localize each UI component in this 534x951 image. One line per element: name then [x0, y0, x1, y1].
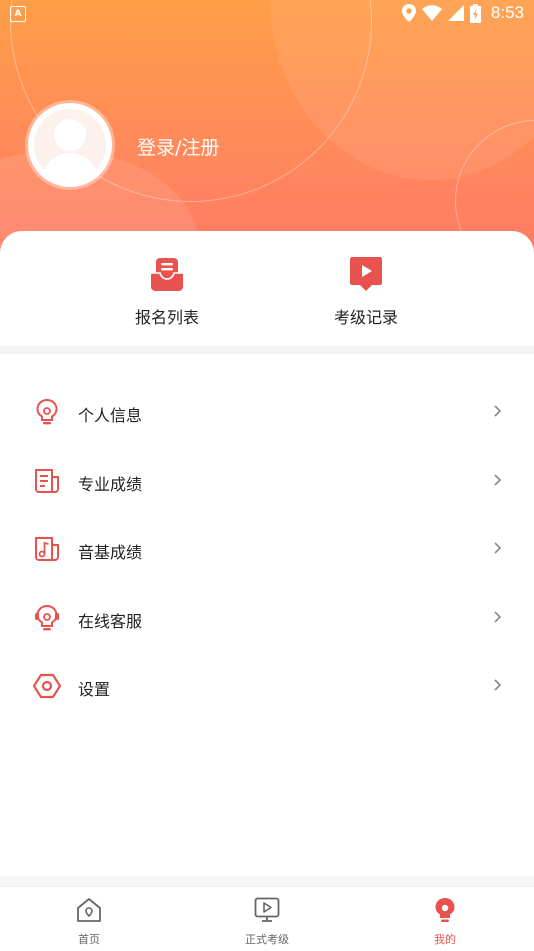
status-bar: A 8:53 [0, 0, 534, 28]
menu-item-settings[interactable]: 设置 [0, 652, 534, 721]
section-divider [0, 346, 534, 354]
chevron-right-icon [494, 473, 502, 486]
menu-list: 个人信息 专业成绩 音基成绩 在线客服 设置 [0, 378, 534, 721]
tab-mine[interactable]: 我的 [395, 897, 495, 947]
bottom-tab-bar: 首页 正式考级 我的 [0, 886, 534, 951]
quick-actions-card: 报名列表 考级记录 [0, 231, 534, 346]
chevron-right-icon [494, 405, 502, 417]
login-register-link[interactable]: 登录/注册 [137, 133, 219, 160]
headset-icon [35, 604, 59, 630]
chevron-right-icon [494, 610, 502, 623]
home-icon [77, 898, 101, 922]
avatar[interactable] [28, 103, 112, 187]
mine-icon [435, 898, 455, 922]
location-icon [401, 4, 416, 22]
signal-icon [447, 5, 464, 21]
video-play-icon [254, 897, 280, 922]
menu-label: 专业成绩 [78, 474, 143, 494]
exam-record-label: 考级记录 [333, 308, 398, 327]
music-note-icon [35, 537, 59, 561]
chevron-right-icon [494, 679, 502, 691]
menu-label: 个人信息 [78, 406, 143, 425]
tab-label: 首页 [78, 933, 100, 946]
document-icon [35, 468, 59, 493]
settings-hex-icon [33, 673, 61, 699]
play-bookmark-icon [350, 257, 382, 291]
lightbulb-icon [36, 398, 58, 425]
menu-item-personal-info[interactable]: 个人信息 [0, 378, 534, 447]
avatar-body [42, 153, 98, 181]
menu-item-music-theory-score[interactable]: 音基成绩 [0, 515, 534, 584]
menu-label: 在线客服 [78, 611, 143, 631]
signup-list-label: 报名列表 [134, 308, 199, 327]
menu-item-major-score[interactable]: 专业成绩 [0, 447, 534, 516]
tab-label: 正式考级 [245, 933, 289, 946]
menu-item-online-service[interactable]: 在线客服 [0, 584, 534, 653]
battery-icon [469, 3, 481, 23]
inbox-icon [151, 258, 183, 291]
wifi-icon [421, 5, 442, 21]
tabbar-separator [0, 876, 534, 886]
chevron-right-icon [494, 542, 502, 554]
signup-list-button[interactable]: 报名列表 [102, 257, 232, 328]
menu-label: 设置 [78, 680, 111, 699]
tab-home[interactable]: 首页 [39, 897, 139, 947]
tab-formal-exam[interactable]: 正式考级 [217, 897, 317, 947]
status-time: 8:53 [490, 3, 524, 22]
menu-label: 音基成绩 [78, 543, 143, 562]
app-notification-icon: A [10, 6, 26, 22]
exam-record-button[interactable]: 考级记录 [301, 257, 431, 328]
tab-label: 我的 [434, 933, 456, 946]
avatar-head [54, 119, 86, 151]
